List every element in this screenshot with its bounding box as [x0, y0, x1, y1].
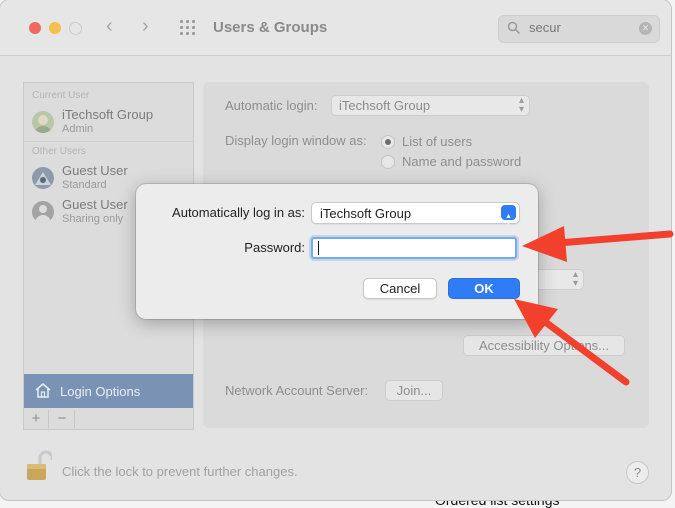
network-account-label: Network Account Server:	[225, 383, 369, 398]
minimize-button[interactable]	[49, 22, 61, 34]
login-options-label: Login Options	[60, 384, 141, 399]
clear-search-icon[interactable]: ✕	[639, 22, 652, 35]
auto-login-label: Automatically log in as:	[172, 205, 305, 220]
user-role: Sharing only	[62, 213, 124, 225]
auto-login-user-value: iTechsoft Group	[320, 206, 412, 221]
ok-button[interactable]: OK	[448, 278, 520, 299]
password-label: Password:	[244, 240, 305, 255]
user-name: Guest User	[62, 197, 128, 212]
user-name: Guest User	[62, 163, 128, 178]
join-button[interactable]: Join...	[385, 380, 443, 401]
cancel-button[interactable]: Cancel	[363, 278, 437, 299]
automatic-login-label: Automatic login:	[225, 98, 318, 113]
divider	[48, 410, 49, 428]
title-bar: ‹ › Users & Groups ✕	[0, 0, 671, 56]
automatic-login-value: iTechsoft Group	[339, 98, 431, 113]
chevron-updown-icon: ▴ ▾	[501, 205, 516, 227]
sidebar-user-admin[interactable]: iTechsoft Group Admin	[24, 105, 193, 139]
user-name: iTechsoft Group	[62, 107, 154, 122]
lock-status-text: Click the lock to prevent further change…	[62, 464, 298, 479]
house-icon	[35, 383, 51, 398]
close-button[interactable]	[29, 22, 41, 34]
accessibility-options-button[interactable]: Accessibility Options...	[463, 335, 625, 356]
search-field[interactable]: ✕	[498, 15, 660, 43]
avatar	[32, 167, 54, 189]
radio-list-label: List of users	[402, 134, 473, 149]
sidebar-item-login-options[interactable]: Login Options	[24, 374, 193, 408]
radio-list-of-users[interactable]	[381, 135, 395, 149]
chevron-updown-icon: ▴ ▾	[572, 269, 578, 289]
show-all-grid-icon[interactable]	[180, 20, 198, 38]
divider	[74, 410, 75, 428]
help-button[interactable]: ?	[626, 461, 649, 484]
display-login-label: Display login window as:	[225, 133, 367, 148]
current-user-header: Current User	[32, 90, 90, 101]
lock-row: Click the lock to prevent further change…	[0, 440, 671, 500]
search-icon	[507, 21, 521, 35]
avatar	[32, 201, 54, 223]
text-caret	[318, 241, 319, 255]
auto-login-user-popup[interactable]: iTechsoft Group ▴ ▾	[311, 202, 520, 227]
add-user-button[interactable]: +	[26, 409, 46, 429]
chevron-updown-icon: ▴ ▾	[518, 95, 524, 115]
window-title: Users & Groups	[213, 19, 328, 36]
user-role: Admin	[62, 123, 94, 135]
radio-name-password[interactable]	[381, 155, 395, 169]
unlocked-padlock-icon[interactable]	[26, 450, 52, 482]
back-icon[interactable]: ‹	[106, 15, 113, 38]
users-groups-window: ‹ › Users & Groups ✕ Current User iTechs…	[0, 0, 671, 500]
automatic-login-popup[interactable]: iTechsoft Group ▴ ▾	[331, 95, 530, 116]
remove-user-button[interactable]: −	[52, 409, 72, 429]
password-field[interactable]	[311, 237, 517, 259]
user-role: Standard	[62, 179, 107, 191]
radio-name-label: Name and password	[402, 154, 522, 169]
search-input[interactable]	[529, 20, 629, 35]
forward-icon[interactable]: ›	[142, 15, 149, 38]
other-users-header: Other Users	[32, 146, 86, 157]
avatar	[32, 111, 54, 133]
password-input[interactable]	[313, 239, 515, 256]
auto-login-dialog: Automatically log in as: iTechsoft Group…	[136, 184, 538, 319]
zoom-button[interactable]	[69, 22, 82, 35]
